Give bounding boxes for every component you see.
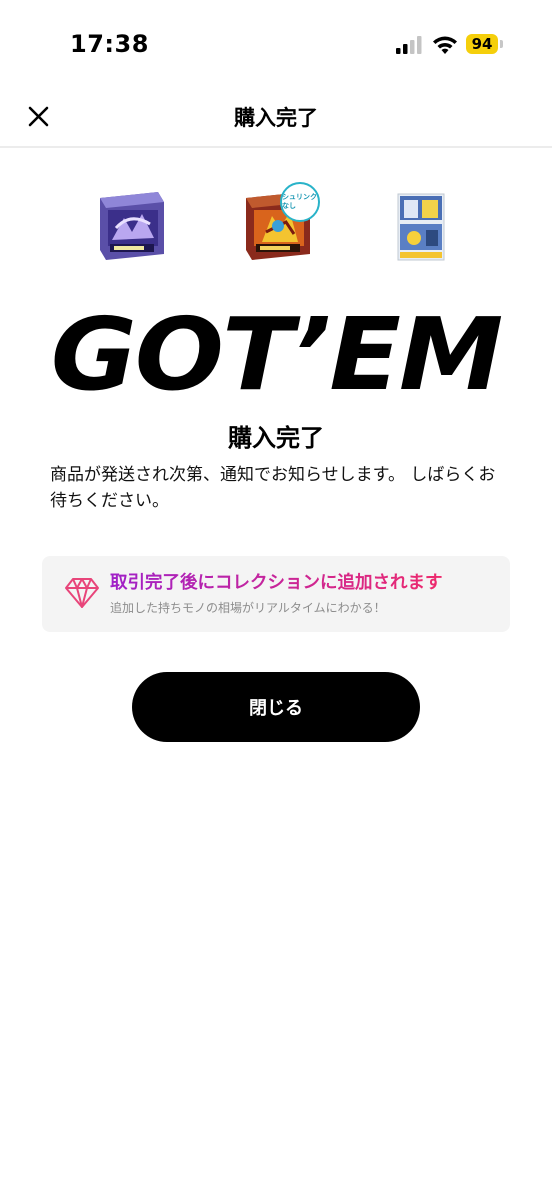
status-bar: 17:38 94 <box>0 0 552 90</box>
battery-icon: 94 <box>466 34 504 56</box>
nav-header: 購入完了 <box>0 90 552 148</box>
gotem-logo: GOT’EM <box>50 296 504 413</box>
close-button[interactable]: 閉じる <box>132 672 420 742</box>
status-time: 17:38 <box>70 30 149 58</box>
product-thumbnails: シュリンク なし <box>0 182 552 268</box>
completion-heading: 購入完了 <box>228 424 324 452</box>
no-shrink-badge: シュリンク なし <box>280 182 320 222</box>
banner-subtitle: 追加した持ちモノの相場がリアルタイムにわかる！ <box>110 601 386 615</box>
wifi-icon <box>433 36 457 54</box>
diamond-icon <box>65 578 99 608</box>
collection-banner[interactable]: 取引完了後にコレクションに追加されます 追加した持ちモノの相場がリアルタイムにわ… <box>42 556 510 632</box>
completion-message: 商品が発送され次第、通知でお知らせします。 しばらくお待ちください。 <box>50 465 496 511</box>
product-box-image-1 <box>100 192 164 260</box>
signal-icon <box>396 36 422 54</box>
banner-title-graphic: 取引完了後にコレクションに追加されます <box>110 572 443 593</box>
banner-title: 取引完了後にコレクションに追加されます <box>110 572 443 593</box>
battery-cap <box>500 40 503 48</box>
page-title: 購入完了 <box>234 106 318 130</box>
battery-level: 94 <box>466 34 498 54</box>
product-box-image-3 <box>397 193 445 261</box>
no-shrink-badge-text: シュリンク なし <box>282 193 317 210</box>
